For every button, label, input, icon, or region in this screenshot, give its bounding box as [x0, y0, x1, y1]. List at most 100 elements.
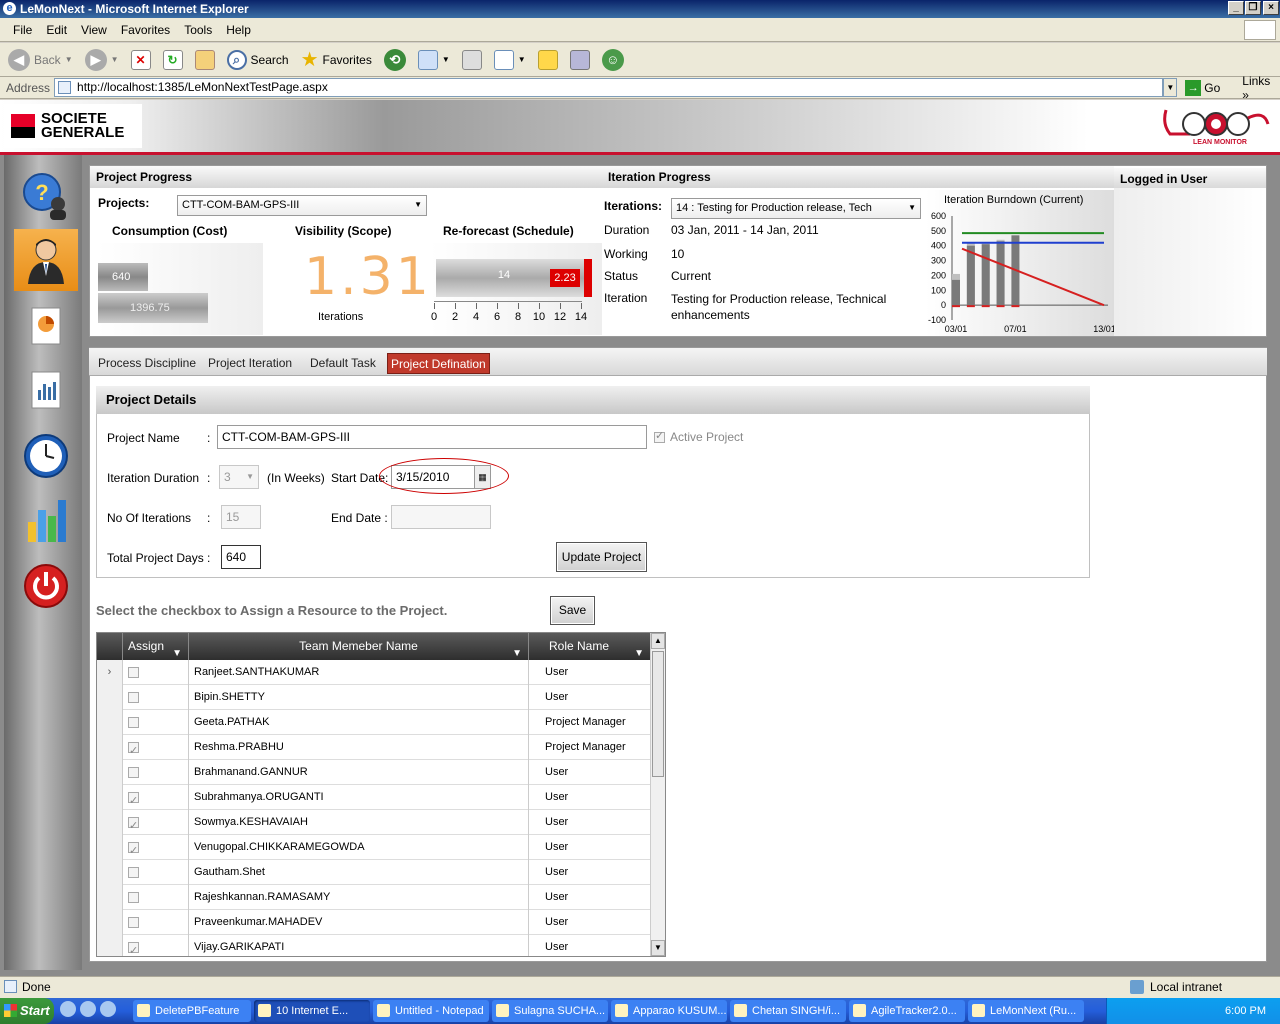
projects-select[interactable]: CTT-COM-BAM-GPS-III ▼ [177, 195, 427, 216]
end-date-input[interactable] [391, 505, 491, 529]
links-button[interactable]: Links » [1228, 74, 1280, 102]
taskbar-item[interactable]: AgileTracker2.0... [849, 1000, 965, 1022]
no-iterations-input[interactable]: 15 [221, 505, 261, 529]
refresh-button[interactable]: ↻ [159, 46, 187, 74]
taskbar-item[interactable]: LeMonNext (Ru... [968, 1000, 1084, 1022]
table-row[interactable]: Gautham.Shet User [97, 860, 650, 885]
row-header[interactable]: › [97, 660, 123, 685]
row-header[interactable] [97, 785, 123, 810]
iterations-select[interactable]: 14 : Testing for Production release, Tec… [671, 198, 921, 219]
sidebar-chart-button[interactable] [14, 489, 78, 551]
restore-button[interactable]: ❐ [1245, 1, 1261, 15]
back-button[interactable]: ◀ Back ▼ [4, 46, 77, 74]
assign-checkbox[interactable] [128, 691, 139, 703]
taskbar-item[interactable]: Chetan SINGH/i... [730, 1000, 846, 1022]
taskbar-item[interactable]: Untitled - Notepad [373, 1000, 489, 1022]
assign-checkbox[interactable] [128, 939, 139, 956]
table-row[interactable]: Sowmya.KESHAVAIAH User [97, 810, 650, 839]
name-column-header[interactable]: Team Memeber Name ▼ [189, 633, 529, 660]
table-row[interactable]: Subrahmanya.ORUGANTI User [97, 785, 650, 814]
menu-view[interactable]: View [74, 23, 114, 37]
taskbar-item[interactable]: Apparao KUSUM... [611, 1000, 727, 1022]
table-row[interactable]: Brahmanand.GANNUR User [97, 760, 650, 785]
stop-button[interactable]: ✕ [127, 46, 155, 74]
row-header[interactable] [97, 885, 123, 910]
sidebar-logout-button[interactable] [14, 555, 78, 617]
tab-project-iteration[interactable]: Project Iteration [205, 353, 295, 374]
go-button[interactable]: → Go [1177, 79, 1228, 96]
menu-tools[interactable]: Tools [177, 23, 219, 37]
research-button[interactable] [566, 46, 594, 74]
assign-column-header[interactable]: Assign ▼ [123, 633, 189, 660]
row-header[interactable] [97, 910, 123, 935]
tab-default-task[interactable]: Default Task [307, 353, 379, 374]
sidebar-report-button[interactable] [14, 359, 78, 421]
role-column-header[interactable]: Role Name ▼ [529, 633, 650, 660]
taskbar-item[interactable]: Sulagna SUCHA... [492, 1000, 608, 1022]
favorites-button[interactable]: ★ Favorites [297, 46, 376, 74]
menu-help[interactable]: Help [219, 23, 258, 37]
total-days-input[interactable]: 640 [221, 545, 261, 569]
scroll-up-button[interactable]: ▲ [651, 633, 665, 649]
row-header[interactable] [97, 935, 123, 956]
address-input[interactable]: http://localhost:1385/LeMonNextTestPage.… [54, 78, 1164, 97]
assign-checkbox[interactable] [128, 789, 139, 814]
taskbar-item[interactable]: DeletePBFeature [133, 1000, 251, 1022]
close-button[interactable]: × [1263, 1, 1279, 15]
row-header[interactable] [97, 810, 123, 835]
table-row[interactable]: Vijay.GARIKAPATI User [97, 935, 650, 956]
grid-scrollbar[interactable]: ▲ ▼ [650, 633, 665, 956]
row-header[interactable] [97, 710, 123, 735]
history-button[interactable]: ⟲ [380, 46, 410, 74]
menu-favorites[interactable]: Favorites [114, 23, 177, 37]
search-button[interactable]: ⌕ Search [223, 46, 293, 74]
taskbar-item[interactable]: 10 Internet E... [254, 1000, 370, 1022]
assign-checkbox[interactable] [128, 814, 139, 839]
home-button[interactable] [191, 46, 219, 74]
table-row[interactable]: Rajeshkannan.RAMASAMY User [97, 885, 650, 910]
mail-button[interactable]: ▼ [414, 46, 454, 74]
table-row[interactable]: Praveenkumar.MAHADEV User [97, 910, 650, 935]
window-title-bar[interactable]: e LeMonNext - Microsoft Internet Explore… [0, 0, 1280, 18]
active-project-checkbox[interactable]: Active Project [654, 429, 743, 444]
scroll-thumb[interactable] [652, 651, 664, 777]
assign-checkbox[interactable] [128, 866, 139, 878]
row-header[interactable] [97, 735, 123, 760]
assign-checkbox[interactable] [128, 716, 139, 728]
assign-checkbox[interactable] [128, 891, 139, 903]
sidebar-presentation-button[interactable] [14, 295, 78, 357]
tab-process-discipline[interactable]: Process Discipline [95, 353, 199, 374]
table-row[interactable]: Geeta.PATHAK Project Manager [97, 710, 650, 735]
forward-button[interactable]: ▶ ▼ [81, 46, 123, 74]
assign-checkbox[interactable] [128, 839, 139, 864]
sidebar-user-button[interactable] [14, 229, 78, 291]
minimize-button[interactable]: _ [1228, 1, 1244, 15]
tab-project-defination[interactable]: Project Defination [387, 353, 490, 374]
save-button[interactable]: Save [550, 596, 595, 625]
row-header[interactable] [97, 860, 123, 885]
edit-button[interactable]: ▼ [490, 46, 530, 74]
start-button[interactable]: Start [0, 998, 54, 1024]
assign-checkbox[interactable] [128, 916, 139, 928]
scroll-down-button[interactable]: ▼ [651, 940, 665, 956]
discuss-button[interactable] [534, 46, 562, 74]
sidebar-help-button[interactable]: ? [14, 165, 78, 227]
print-button[interactable] [458, 46, 486, 74]
row-header[interactable] [97, 685, 123, 710]
assign-checkbox[interactable] [128, 766, 139, 778]
table-row[interactable]: Bipin.SHETTY User [97, 685, 650, 710]
menu-file[interactable]: File [6, 23, 39, 37]
row-header[interactable] [97, 760, 123, 785]
address-dropdown-button[interactable]: ▼ [1163, 78, 1178, 97]
update-project-button[interactable]: Update Project [556, 542, 647, 572]
table-row[interactable]: Reshma.PRABHU Project Manager [97, 735, 650, 764]
assign-checkbox[interactable] [128, 666, 139, 678]
table-row[interactable]: Venugopal.CHIKKARAMEGOWDA User [97, 835, 650, 864]
project-name-input[interactable]: CTT-COM-BAM-GPS-III [217, 425, 647, 449]
menu-edit[interactable]: Edit [39, 23, 74, 37]
sidebar-clock-button[interactable] [14, 425, 78, 487]
assign-checkbox[interactable] [128, 739, 139, 764]
row-header[interactable] [97, 835, 123, 860]
messenger-button[interactable]: ☺ [598, 46, 628, 74]
iteration-duration-stepper[interactable]: 3 ▼ [219, 465, 259, 489]
